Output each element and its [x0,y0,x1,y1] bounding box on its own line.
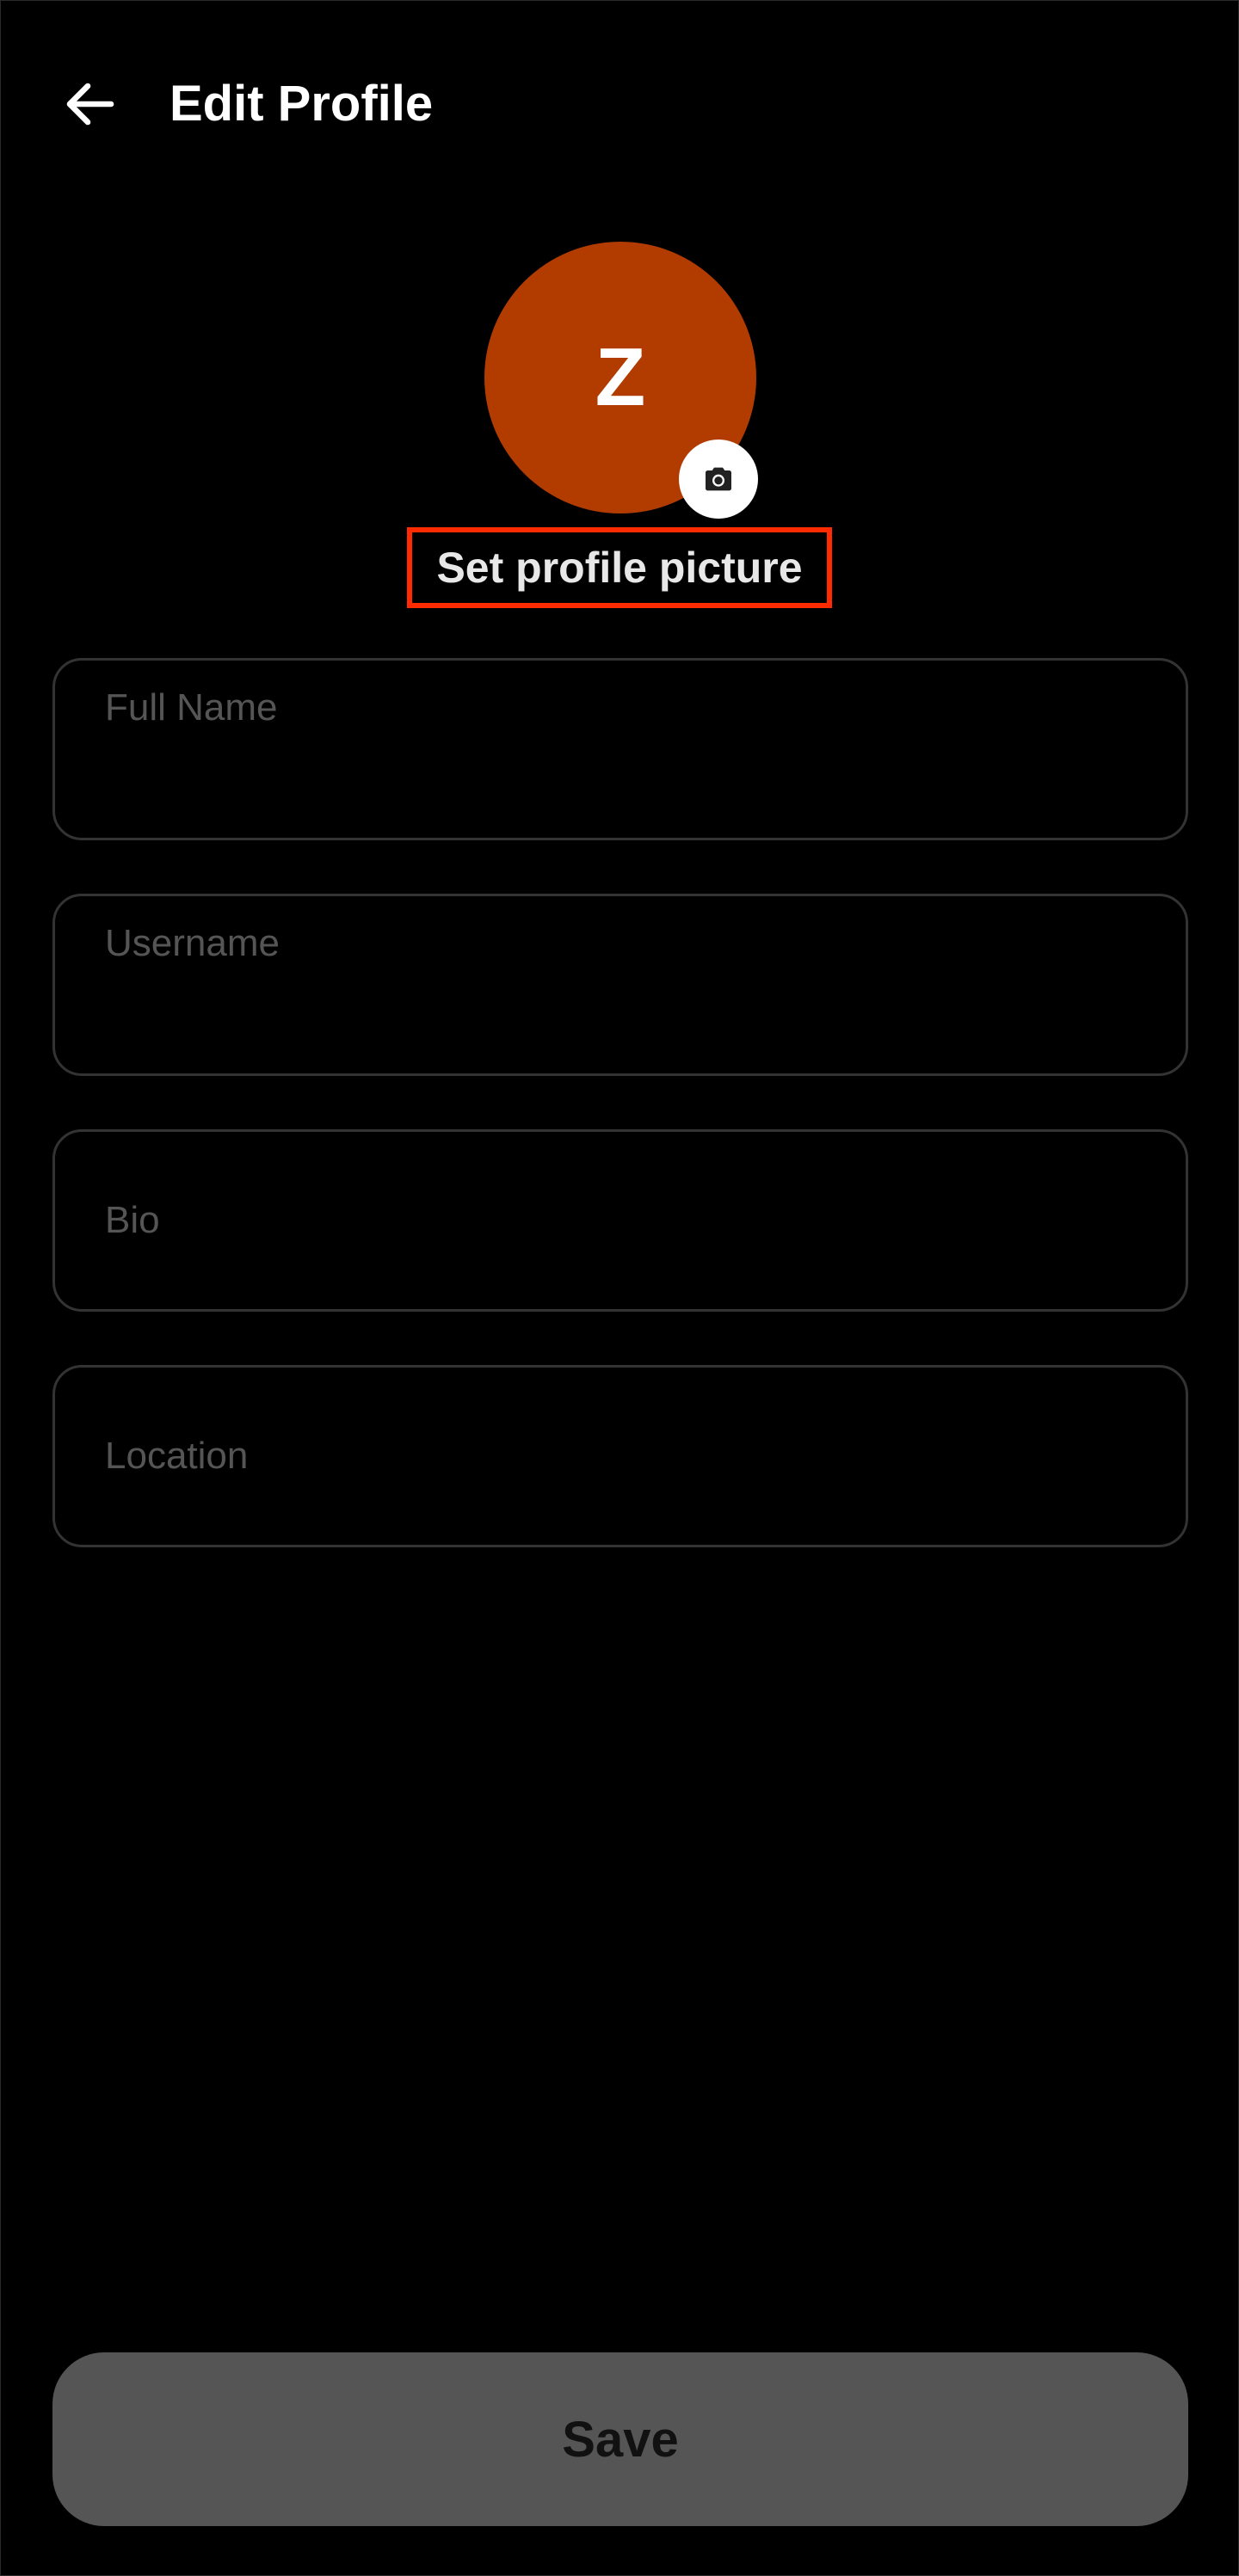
edit-profile-screen: Edit Profile Z Set profile picture Full … [0,0,1239,2576]
save-button[interactable]: Save [52,2352,1188,2526]
location-field[interactable] [52,1365,1188,1547]
bio-field[interactable] [52,1129,1188,1312]
avatar-initial: Z [595,331,646,423]
avatar-container: Z [484,242,758,519]
change-photo-button[interactable] [679,440,758,519]
location-input[interactable] [55,1368,1186,1545]
bio-input[interactable] [55,1132,1186,1309]
arrow-left-icon [66,83,114,126]
username-input[interactable] [55,896,1186,1073]
page-title: Edit Profile [170,76,434,132]
app-bar: Edit Profile [1,1,1238,207]
back-button[interactable] [49,63,132,145]
full-name-field[interactable]: Full Name [52,658,1188,840]
save-button-label: Save [562,2411,679,2468]
set-profile-picture-label: Set profile picture [436,544,803,592]
full-name-input[interactable] [55,661,1186,838]
set-profile-picture-button[interactable]: Set profile picture [407,527,832,608]
username-field[interactable]: Username [52,894,1188,1076]
camera-icon [706,467,731,491]
